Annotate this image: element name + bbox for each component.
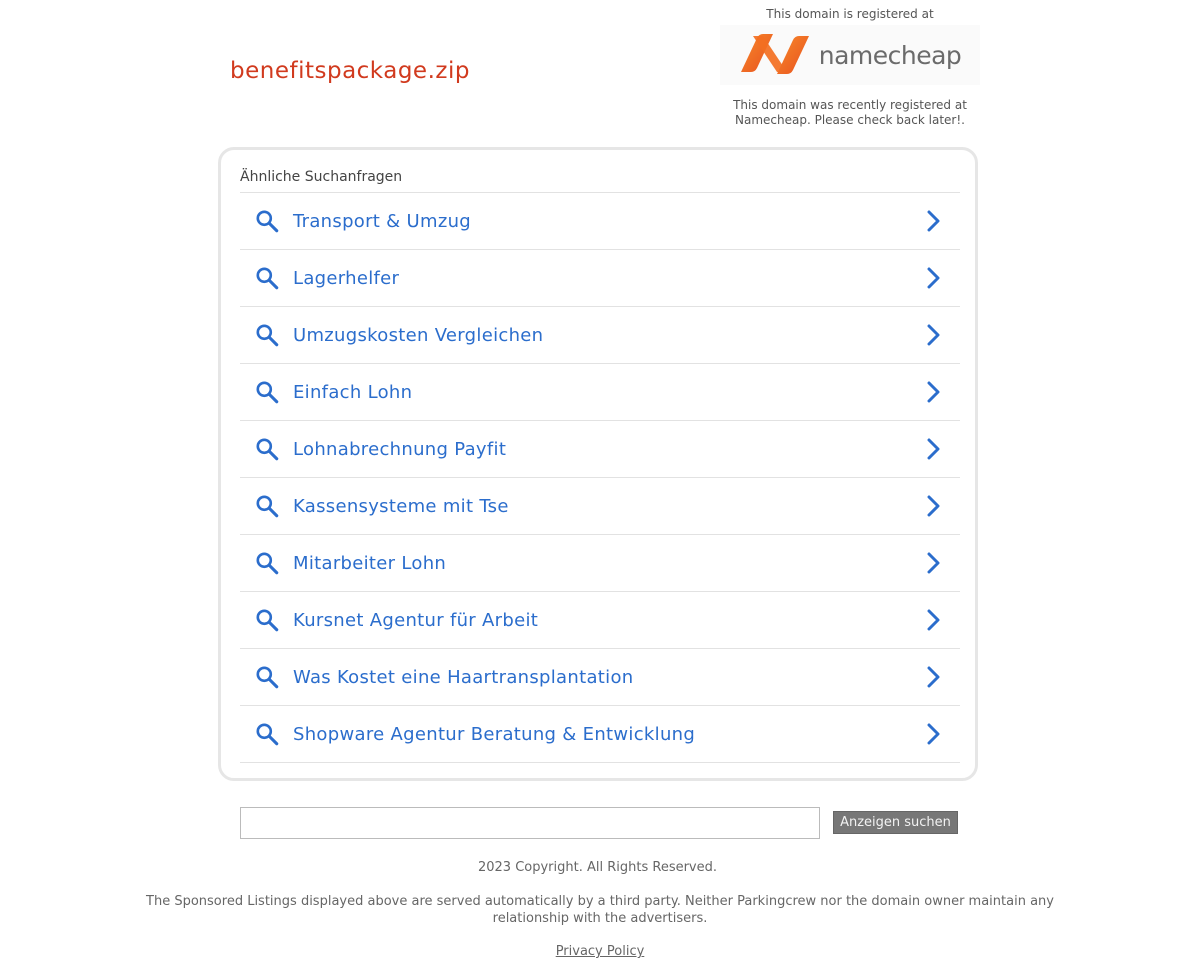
search-icon bbox=[254, 265, 280, 291]
related-search-label: Was Kostet eine Haartransplantation bbox=[293, 666, 634, 688]
related-search-label: Umzugskosten Vergleichen bbox=[293, 324, 544, 346]
search-icon bbox=[254, 664, 280, 690]
chevron-right-icon bbox=[924, 722, 944, 746]
related-searches-heading: Ähnliche Suchanfragen bbox=[240, 169, 403, 185]
related-search-item[interactable]: Shopware Agentur Beratung & Entwicklung bbox=[240, 706, 960, 763]
chevron-right-icon bbox=[924, 437, 944, 461]
related-search-label: Lagerhelfer bbox=[293, 267, 400, 289]
related-search-item[interactable]: Transport & Umzug bbox=[240, 193, 960, 250]
chevron-right-icon bbox=[924, 665, 944, 689]
search-icon bbox=[254, 721, 280, 747]
chevron-right-icon bbox=[924, 209, 944, 233]
chevron-right-icon bbox=[924, 380, 944, 404]
related-search-item[interactable]: Kursnet Agentur für Arbeit bbox=[240, 592, 960, 649]
registrar-top-line: This domain is registered at bbox=[766, 7, 934, 21]
related-search-item[interactable]: Einfach Lohn bbox=[240, 364, 960, 421]
search-icon bbox=[254, 493, 280, 519]
related-search-item[interactable]: Was Kostet eine Haartransplantation bbox=[240, 649, 960, 706]
search-icon bbox=[254, 436, 280, 462]
related-searches-list: Transport & Umzug Lagerhelfer Umzugskosten… bbox=[240, 192, 960, 763]
registrar-panel: This domain is registered at namecheap T… bbox=[720, 6, 980, 128]
related-search-label: Kassensysteme mit Tse bbox=[293, 495, 509, 517]
search-icon bbox=[254, 322, 280, 348]
related-search-item[interactable]: Lagerhelfer bbox=[240, 250, 960, 307]
search-input[interactable] bbox=[240, 807, 820, 839]
related-search-label: Lohnabrechnung Payfit bbox=[293, 438, 507, 460]
related-search-item[interactable]: Lohnabrechnung Payfit bbox=[240, 421, 960, 478]
namecheap-logo-text: namecheap bbox=[818, 40, 962, 70]
related-search-item[interactable]: Mitarbeiter Lohn bbox=[240, 535, 960, 592]
related-search-item[interactable]: Kassensysteme mit Tse bbox=[240, 478, 960, 535]
copyright-text: 2023 Copyright. All Rights Reserved. bbox=[477, 860, 718, 875]
related-search-label: Einfach Lohn bbox=[293, 381, 413, 403]
search-icon bbox=[254, 208, 280, 234]
chevron-right-icon bbox=[924, 266, 944, 290]
parking-page: benefitspackage.zip This domain is regis… bbox=[0, 0, 1200, 974]
privacy-policy-link[interactable]: Privacy Policy bbox=[556, 944, 645, 959]
related-search-label: Transport & Umzug bbox=[293, 210, 472, 232]
registrar-note: This domain was recently registered at N… bbox=[733, 98, 967, 127]
chevron-right-icon bbox=[924, 608, 944, 632]
search-icon bbox=[254, 550, 280, 576]
search-ads-button[interactable]: Anzeigen suchen bbox=[833, 811, 958, 834]
search-icon bbox=[254, 379, 280, 405]
chevron-right-icon bbox=[924, 323, 944, 347]
related-search-label: Kursnet Agentur für Arbeit bbox=[293, 609, 539, 631]
related-search-label: Shopware Agentur Beratung & Entwicklung bbox=[293, 723, 696, 745]
related-search-label: Mitarbeiter Lohn bbox=[293, 552, 447, 574]
domain-title: benefitspackage.zip bbox=[230, 58, 470, 84]
search-form: Anzeigen suchen bbox=[240, 807, 960, 839]
related-search-item[interactable]: Umzugskosten Vergleichen bbox=[240, 307, 960, 364]
disclaimer-text: The Sponsored Listings displayed above a… bbox=[146, 894, 1054, 926]
chevron-right-icon bbox=[924, 551, 944, 575]
namecheap-logo-icon bbox=[739, 33, 811, 77]
chevron-right-icon bbox=[924, 494, 944, 518]
search-icon bbox=[254, 607, 280, 633]
namecheap-logo[interactable]: namecheap bbox=[720, 25, 980, 85]
privacy-section: Privacy Policy bbox=[0, 944, 1200, 959]
